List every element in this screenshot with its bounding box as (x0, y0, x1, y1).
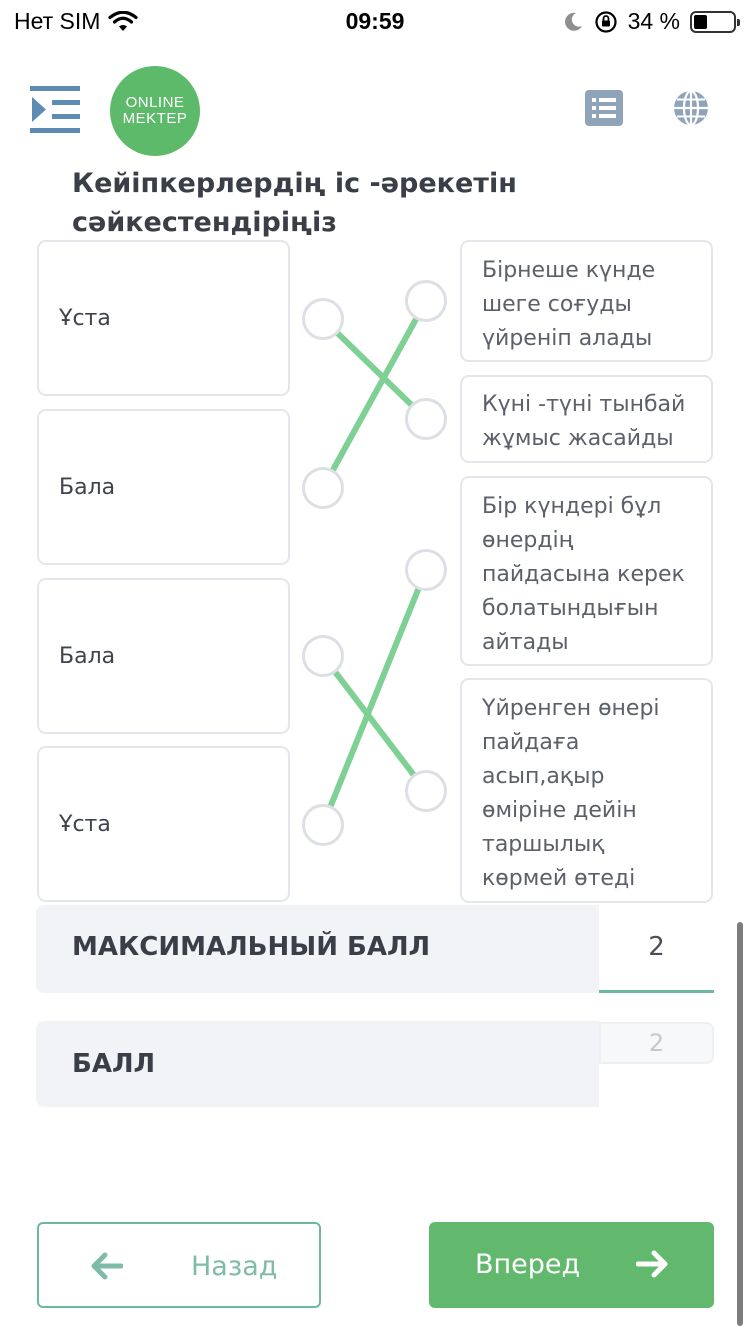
language-button[interactable] (672, 89, 710, 127)
left-connector-1[interactable] (302, 298, 344, 340)
right-connector-2[interactable] (405, 398, 447, 440)
left-item-3[interactable]: Бала (37, 578, 290, 734)
right-connector-3[interactable] (405, 549, 447, 591)
left-connector-2[interactable] (302, 467, 344, 509)
left-connector-4[interactable] (302, 804, 344, 846)
left-item-4[interactable]: Ұста (37, 746, 290, 902)
logo-line-1: ONLINE (125, 94, 185, 111)
arrow-right-icon (636, 1250, 668, 1278)
left-item-label: Ұста (59, 305, 111, 331)
status-right: 34 % (562, 8, 740, 35)
battery-icon (690, 10, 740, 33)
connector-line (320, 653, 429, 794)
back-button-label: Назад (191, 1251, 278, 1282)
right-item-3[interactable]: Бір күндері бұл өнердің пайдасына керек … (460, 476, 713, 666)
right-item-text: Үйренген өнері пайдаға асып,ақыр өміріне… (482, 696, 660, 891)
max-score-value: 2 (648, 932, 665, 962)
status-bar: Нет SIM 09:59 34 % (0, 0, 750, 44)
left-item-label: Бала (59, 474, 116, 500)
next-button[interactable]: Вперед (429, 1222, 714, 1308)
online-mektep-logo[interactable]: ONLINE MEKTEP (110, 66, 200, 156)
back-button[interactable]: Назад (37, 1222, 321, 1308)
right-item-4[interactable]: Үйренген өнері пайдаға асып,ақыр өміріне… (460, 678, 713, 903)
scrollbar[interactable] (737, 922, 743, 1326)
sidebar-menu-button[interactable] (30, 86, 82, 134)
right-connector-1[interactable] (405, 280, 447, 322)
max-score-underline (599, 990, 714, 993)
left-connector-3[interactable] (302, 635, 344, 677)
score-row: БАЛЛ (36, 1021, 599, 1107)
arrow-left-icon (91, 1252, 123, 1280)
battery-percent: 34 % (627, 8, 680, 34)
score-label: БАЛЛ (72, 1049, 156, 1079)
logo-line-2: MEKTEP (122, 110, 188, 127)
question-title-area: Кейіпкерлердің іс -әрекетін сәйкестендір… (0, 160, 750, 240)
right-item-text: Бірнеше күнде шеге соғуды үйреніп алады (482, 258, 656, 351)
score-field[interactable]: 2 (599, 1022, 714, 1064)
moon-icon (564, 12, 582, 31)
max-score-label: МАКСИМАЛЬНЫЙ БАЛЛ (72, 932, 431, 962)
max-score-row: МАКСИМАЛЬНЫЙ БАЛЛ (36, 905, 599, 993)
globe-icon (674, 89, 708, 127)
question-list-button[interactable] (585, 90, 623, 126)
list-icon (585, 90, 623, 126)
menu-icon (30, 86, 80, 133)
orientation-lock-icon (594, 10, 617, 33)
left-item-2[interactable]: Бала (37, 409, 290, 565)
right-connector-4[interactable] (405, 770, 447, 812)
left-item-label: Бала (59, 643, 116, 669)
right-item-text: Күні -түні тынбай жұмыс жасайды (482, 392, 686, 451)
left-item-label: Ұста (59, 811, 111, 837)
right-item-1[interactable]: Бірнеше күнде шеге соғуды үйреніп алады (460, 240, 713, 362)
question-title: Кейіпкерлердің іс -әрекетін сәйкестендір… (72, 168, 517, 238)
right-item-2[interactable]: Күні -түні тынбай жұмыс жасайды (460, 375, 713, 463)
left-item-1[interactable]: Ұста (37, 240, 290, 396)
battery-level (694, 14, 707, 29)
next-button-label: Вперед (475, 1249, 581, 1280)
right-item-text: Бір күндері бұл өнердің пайдасына керек … (482, 494, 685, 655)
